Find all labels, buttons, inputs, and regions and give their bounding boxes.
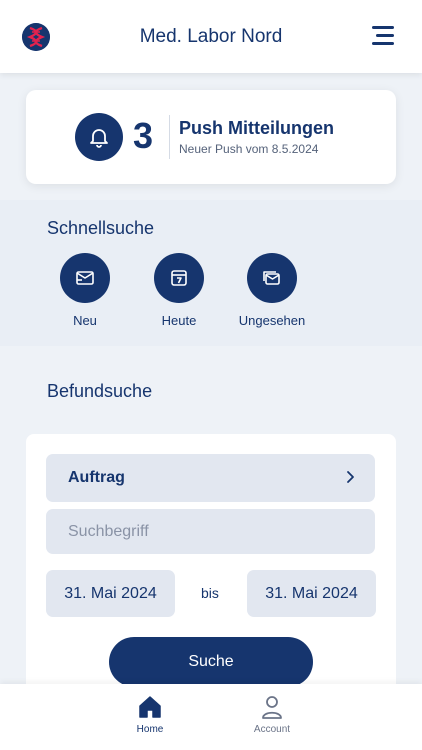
hamburger-menu-icon[interactable]	[372, 26, 394, 46]
result-search-section: Befundsuche Auftrag 31. Mai 2024 bis 31.…	[0, 364, 422, 704]
nav-account[interactable]: Account	[232, 694, 312, 735]
quick-search-unseen-label: Ungesehen	[238, 313, 306, 328]
app-title: Med. Labor Nord	[139, 26, 283, 47]
date-to-field[interactable]: 31. Mai 2024	[247, 570, 376, 617]
new-inbox-icon	[60, 253, 110, 303]
unseen-mail-icon	[247, 253, 297, 303]
nav-account-label: Account	[253, 724, 291, 735]
order-select-label: Auftrag	[68, 469, 125, 486]
home-icon	[139, 696, 161, 718]
quick-search-today-button[interactable]: Heute	[139, 253, 219, 328]
push-divider	[169, 115, 170, 159]
date-from-field[interactable]: 31. Mai 2024	[46, 570, 175, 617]
nav-home[interactable]: Home	[110, 694, 190, 735]
search-term-input[interactable]	[46, 509, 375, 554]
push-count: 3	[133, 115, 154, 156]
quick-search-section: Schnellsuche Neu Heute Ungesehen	[0, 200, 422, 346]
quick-search-today-label: Heute	[161, 313, 197, 328]
quick-search-new-button[interactable]: Neu	[45, 253, 125, 328]
quick-search-unseen-button[interactable]: Ungesehen	[232, 253, 312, 328]
result-search-form: Auftrag 31. Mai 2024 bis 31. Mai 2024 Su…	[26, 434, 396, 704]
order-select[interactable]: Auftrag	[46, 454, 375, 502]
calendar-today-icon	[154, 253, 204, 303]
bell-icon	[75, 113, 123, 161]
nav-home-label: Home	[136, 724, 164, 735]
app-header: Med. Labor Nord	[0, 0, 422, 73]
quick-search-title: Schnellsuche	[47, 218, 155, 238]
push-notifications-card[interactable]: 3 Push Mitteilungen Neuer Push vom 8.5.2…	[26, 90, 396, 184]
bottom-navigation: Home Account	[0, 684, 422, 750]
quick-search-new-label: Neu	[73, 313, 97, 328]
search-button[interactable]: Suche	[109, 637, 313, 687]
date-separator: bis	[201, 585, 219, 601]
chevron-right-icon	[347, 471, 354, 483]
result-search-title: Befundsuche	[47, 381, 153, 401]
push-title: Push Mitteilungen	[179, 118, 334, 138]
push-subtitle: Neuer Push vom 8.5.2024	[179, 142, 319, 156]
account-icon	[262, 696, 282, 719]
